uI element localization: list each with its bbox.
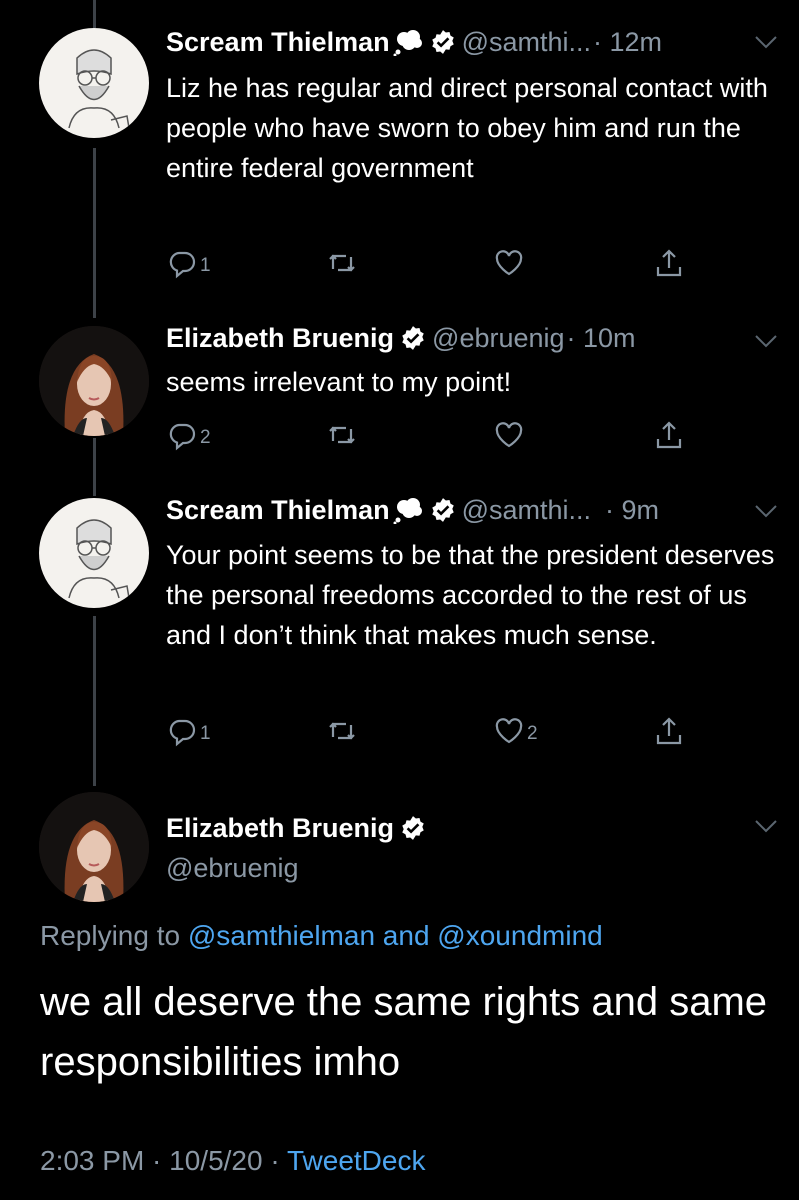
retweet-button[interactable] [326,714,358,748]
author-handle[interactable]: @samthi... [462,27,591,58]
author-name[interactable]: Scream Thielman [166,27,390,58]
thread-line-2 [93,438,96,496]
main-tweet-text: we all deserve the same rights and same … [40,980,768,1084]
verified-badge-icon [431,498,454,522]
reply-icon [169,251,196,279]
tweet-header: Scream Thielman @samthi... · 9m [166,490,659,530]
tweet-source-link[interactable]: TweetDeck [287,1145,426,1176]
tweet-actions: 1 2 [166,714,706,748]
thought-cloud-emoji-icon [393,30,422,56]
retweet-button[interactable] [326,246,358,280]
tweet-actions: 1 [166,246,706,280]
tweet-meta: 2:03 PM · 10/5/20 · TweetDeck [40,1141,425,1181]
tweet-thread: Scream Thielman @samthi... · 12m Liz he … [0,0,799,1200]
author-handle[interactable]: @ebruenig [166,848,299,888]
avatar[interactable] [39,28,149,138]
like-button[interactable] [493,418,525,452]
author-handle[interactable]: @samthi... [462,495,591,526]
author-name[interactable]: Elizabeth Bruenig [166,813,394,844]
tweet-text: Your point seems to be that the presiden… [166,540,775,650]
tweet-time[interactable]: · 9m [605,495,659,526]
share-icon [656,717,682,745]
retweet-button[interactable] [326,418,358,452]
replying-to: Replying to @samthielman and @xoundmind [40,916,603,956]
tweet-text: Liz he has regular and direct personal c… [166,73,768,183]
avatar[interactable] [39,792,149,902]
reply-icon [169,423,196,451]
tweet-time[interactable]: · 10m [567,323,636,354]
thread-line-1 [93,148,96,318]
share-icon [656,421,682,449]
chevron-down-icon[interactable] [753,503,779,519]
like-button[interactable]: 2 [493,714,538,748]
verified-badge-icon [402,816,424,840]
retweet-icon [329,426,355,444]
tweet-header: Scream Thielman @samthi... · 12m [166,22,662,62]
like-count: 2 [527,723,538,744]
reply-count: 1 [200,723,211,744]
tweet-actions: 2 [166,418,706,452]
tweet-timestamp[interactable]: 2:03 PM · 10/5/20 · [40,1145,280,1176]
chevron-down-icon[interactable] [753,818,779,834]
chevron-down-icon[interactable] [753,333,779,349]
share-button[interactable] [653,714,685,748]
tweet-text: seems irrelevant to my point! [166,367,512,397]
heart-icon [495,718,523,744]
reply-button[interactable]: 1 [166,714,211,748]
retweet-icon [329,254,355,272]
avatar[interactable] [39,498,149,608]
verified-badge-icon [431,30,454,54]
heart-icon [495,250,523,276]
thought-cloud-emoji-icon [393,498,422,524]
avatar[interactable] [39,326,149,436]
chevron-down-icon[interactable] [753,34,779,50]
share-icon [656,249,682,277]
thread-line-top [93,0,96,28]
main-tweet-header: Elizabeth Bruenig [166,808,426,848]
author-name[interactable]: Scream Thielman [166,495,390,526]
reply-button[interactable]: 1 [166,246,211,280]
author-handle[interactable]: @ebruenig [432,323,565,354]
heart-icon [495,422,523,448]
like-button[interactable] [493,246,525,280]
retweet-icon [329,722,355,740]
replying-prefix: Replying to [40,920,181,951]
verified-badge-icon [402,326,424,350]
replying-users-link[interactable]: @samthielman and @xoundmind [188,920,603,951]
reply-button[interactable]: 2 [166,418,211,452]
tweet-time[interactable]: · 12m [593,27,662,58]
reply-count: 1 [200,255,211,276]
share-button[interactable] [653,418,685,452]
tweet-header: Elizabeth Bruenig @ebruenig · 10m [166,318,636,358]
author-name[interactable]: Elizabeth Bruenig [166,323,394,354]
reply-icon [169,719,196,747]
reply-count: 2 [200,427,211,448]
share-button[interactable] [653,246,685,280]
thread-line-3 [93,616,96,786]
